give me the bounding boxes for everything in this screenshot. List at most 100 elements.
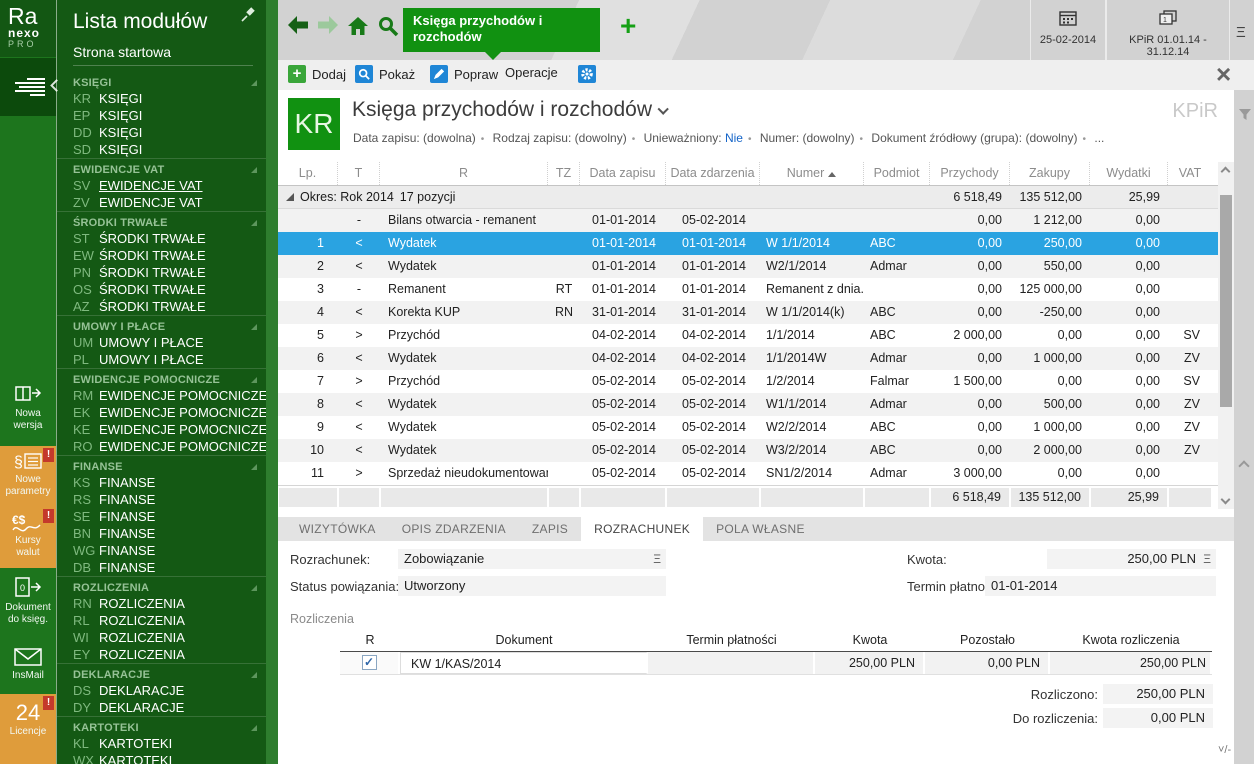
sidebar-item[interactable]: DSDEKLARACJE xyxy=(57,682,266,699)
table-row[interactable]: 6 < Wydatek 04-02-2014 04-02-2014 1/1/20… xyxy=(278,347,1218,370)
table-row[interactable]: 7 > Przychód 05-02-2014 05-02-2014 1/2/2… xyxy=(278,370,1218,393)
column-header[interactable]: Zakupy xyxy=(1010,162,1090,185)
close-icon[interactable]: × xyxy=(1216,59,1231,89)
sidebar-item[interactable]: UMUMOWY I PŁACE xyxy=(57,334,266,351)
add-button[interactable]: + Dodaj xyxy=(288,65,346,83)
table-row[interactable]: 5 > Przychód 04-02-2014 04-02-2014 1/1/2… xyxy=(278,324,1218,347)
sidebar-item[interactable]: KRKSIĘGI xyxy=(57,90,266,107)
column-header[interactable]: R xyxy=(380,162,548,185)
application-date-button[interactable]: 25-02-2014 xyxy=(1030,0,1106,60)
detail-tab[interactable]: ZAPIS xyxy=(519,517,581,541)
sidebar-item[interactable]: EYROZLICZENIA xyxy=(57,646,266,663)
checkbox[interactable]: ✓ xyxy=(362,655,377,670)
column-header[interactable]: Data zapisu xyxy=(580,162,666,185)
sidebar-item[interactable]: EWŚRODKI TRWAŁE xyxy=(57,247,266,264)
sidebar-item[interactable]: KEEWIDENCJE POMOCNICZE xyxy=(57,421,266,438)
sidebar-section-header[interactable]: ROZLICZENIA xyxy=(57,580,266,595)
detail-tab[interactable]: ROZRACHUNEK xyxy=(581,517,703,541)
show-button[interactable]: Pokaż xyxy=(355,65,415,83)
field-menu-icon[interactable]: Ξ xyxy=(1203,549,1211,569)
sidebar-item[interactable]: KLKARTOTEKI xyxy=(57,735,266,752)
status-field[interactable]: Utworzony xyxy=(398,576,666,596)
tab-ksiega-przychodow[interactable]: Księga przychodów i rozchodów xyxy=(403,8,600,52)
module-list-rail-button[interactable] xyxy=(0,58,56,116)
sidebar-item-strona-startowa[interactable]: Strona startowa xyxy=(73,44,253,66)
accounting-period-button[interactable]: 1 KPiR 01.01.14 - 31.12.14 xyxy=(1106,0,1230,60)
group-row[interactable]: Okres: Rok 201417 pozycji 6 518,49 135 5… xyxy=(278,186,1218,209)
column-header-sorted[interactable]: Numer xyxy=(760,162,864,185)
scroll-up-icon[interactable] xyxy=(1221,167,1231,177)
grid-header[interactable]: Lp. T R TZ Data zapisu Data zdarzenia Nu… xyxy=(278,162,1218,186)
filter-part[interactable]: Rodzaj zapisu: (dowolny) xyxy=(493,131,641,145)
table-row[interactable]: 10 < Wydatek 05-02-2014 05-02-2014 W3/2/… xyxy=(278,439,1218,462)
rozliczenia-row[interactable]: ✓ KW 1/KAS/2014 250,00 PLN 0,00 PLN 250,… xyxy=(340,652,1212,675)
sidebar-item[interactable]: WXKARTOTEKI xyxy=(57,752,266,764)
filter-funnel-icon[interactable] xyxy=(1238,108,1252,125)
column-header[interactable]: Podmiot xyxy=(864,162,930,185)
new-tab-button[interactable]: + xyxy=(620,10,636,42)
sidebar-section-header[interactable]: FINANSE xyxy=(57,459,266,474)
sidebar-item[interactable]: DDKSIĘGI xyxy=(57,124,266,141)
scrollbar-thumb[interactable] xyxy=(1220,195,1232,407)
detail-tab[interactable]: OPIS ZDARZENIA xyxy=(389,517,519,541)
sidebar-item[interactable]: ZVEWIDENCJE VAT xyxy=(57,194,266,211)
table-row[interactable]: 4 < Korekta KUP RN 31-01-2014 31-01-2014… xyxy=(278,301,1218,324)
column-header[interactable]: Wydatki xyxy=(1090,162,1168,185)
sidebar-section-header[interactable]: ŚRODKI TRWAŁE xyxy=(57,215,266,230)
sidebar-item[interactable]: AZŚRODKI TRWAŁE xyxy=(57,298,266,315)
filter-part[interactable]: Numer: (dowolny) xyxy=(760,131,868,145)
sidebar-section-header[interactable]: KARTOTEKI xyxy=(57,720,266,735)
column-header[interactable]: Data zdarzenia xyxy=(666,162,760,185)
table-row[interactable]: 2 < Wydatek 01-01-2014 01-01-2014 W2/1/2… xyxy=(278,255,1218,278)
sidebar-section-header[interactable]: EWIDENCJE POMOCNICZE xyxy=(57,372,266,387)
edit-button[interactable]: Popraw xyxy=(430,65,498,83)
sidebar-item[interactable]: WIROZLICZENIA xyxy=(57,629,266,646)
rozrachunek-field[interactable]: Zobowiązanie Ξ xyxy=(398,549,666,569)
column-header[interactable]: Lp. xyxy=(278,162,338,185)
operations-button[interactable]: Operacje xyxy=(505,65,558,80)
table-row[interactable]: 1 < Wydatek 01-01-2014 01-01-2014 W 1/1/… xyxy=(278,232,1218,255)
forward-icon[interactable] xyxy=(316,14,340,39)
sidebar-item[interactable]: RSFINANSE xyxy=(57,491,266,508)
scroll-down-icon[interactable] xyxy=(1221,495,1231,505)
filter-part[interactable]: ... xyxy=(1094,131,1104,145)
termin-field[interactable]: 01-01-2014 xyxy=(985,576,1216,596)
sidebar-item[interactable]: SEFINANSE xyxy=(57,508,266,525)
rail-item-kursy-walut[interactable]: ! €$ Kursy walut xyxy=(0,507,56,568)
settings-button[interactable] xyxy=(578,65,596,83)
sidebar-item[interactable]: EKEWIDENCJE POMOCNICZE xyxy=(57,404,266,421)
rail-item-nowe-parametry[interactable]: ! § Nowe parametry xyxy=(0,446,56,507)
kwota-field[interactable]: 250,00 PLN Ξ xyxy=(1047,549,1216,569)
table-row[interactable]: 3 - Remanent RT 01-01-2014 01-01-2014 Re… xyxy=(278,278,1218,301)
column-header[interactable]: Przychody xyxy=(930,162,1010,185)
filter-bar[interactable]: Data zapisu: (dowolna) Rodzaj zapisu: (d… xyxy=(353,131,1104,145)
sidebar-item[interactable]: DYDEKLARACJE xyxy=(57,699,266,716)
rail-item-dokument-do-ksieg[interactable]: 0 Dokument do księg. xyxy=(0,572,56,638)
sidebar-item[interactable]: PNŚRODKI TRWAŁE xyxy=(57,264,266,281)
sidebar-item[interactable]: RNROZLICZENIA xyxy=(57,595,266,612)
sidebar-item[interactable]: DBFINANSE xyxy=(57,559,266,576)
sidebar-item[interactable]: WGFINANSE xyxy=(57,542,266,559)
pin-icon[interactable] xyxy=(240,7,256,26)
sidebar-item[interactable]: ROEWIDENCJE POMOCNICZE xyxy=(57,438,266,455)
search-icon[interactable] xyxy=(376,14,400,41)
sidebar-item[interactable]: PLUMOWY I PŁACE xyxy=(57,351,266,368)
detail-tab[interactable]: POLA WŁASNE xyxy=(703,517,818,541)
rail-item-nowa-wersja[interactable]: Nowa wersja xyxy=(0,378,56,444)
page-title[interactable]: Księga przychodów i rozchodów xyxy=(352,98,670,122)
group-expand-icon[interactable] xyxy=(286,193,294,201)
sidebar-item[interactable]: OSŚRODKI TRWAŁE xyxy=(57,281,266,298)
sidebar-item[interactable]: BNFINANSE xyxy=(57,525,266,542)
sidebar-item[interactable]: EPKSIĘGI xyxy=(57,107,266,124)
column-header[interactable]: VAT xyxy=(1168,162,1212,185)
column-header[interactable]: TZ xyxy=(548,162,580,185)
column-header[interactable]: T xyxy=(338,162,380,185)
sidebar-item[interactable]: RLROZLICZENIA xyxy=(57,612,266,629)
detail-tab[interactable]: WIZYTÓWKA xyxy=(286,517,389,541)
sidebar-item[interactable]: RMEWIDENCJE POMOCNICZE xyxy=(57,387,266,404)
sidebar-section-header[interactable]: EWIDENCJE VAT xyxy=(57,162,266,177)
rail-item-insmail[interactable]: InsMail xyxy=(0,642,56,690)
sidebar-section-header[interactable]: KSIĘGI xyxy=(57,75,266,90)
back-icon[interactable] xyxy=(286,14,310,39)
sidebar-item[interactable]: STŚRODKI TRWAŁE xyxy=(57,230,266,247)
